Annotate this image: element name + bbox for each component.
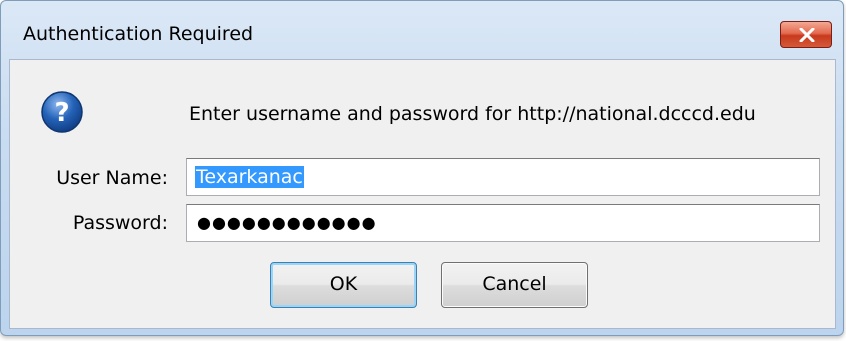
cancel-button[interactable]: Cancel bbox=[441, 262, 588, 308]
ok-button[interactable]: OK bbox=[270, 262, 417, 308]
password-label: Password: bbox=[72, 212, 168, 234]
dialog-title: Authentication Required bbox=[23, 23, 254, 45]
title-bar[interactable]: Authentication Required bbox=[1, 1, 843, 53]
close-icon bbox=[799, 28, 815, 42]
auth-message: Enter username and password for http://n… bbox=[189, 103, 756, 125]
username-label: User Name: bbox=[56, 167, 168, 189]
dialog-body: ? Enter username and password for http:/… bbox=[9, 59, 836, 329]
authentication-dialog: Authentication Required ? Enter username… bbox=[0, 0, 844, 336]
password-input[interactable]: ●●●●●●●●●●●● bbox=[186, 204, 820, 242]
close-button[interactable] bbox=[780, 21, 832, 48]
username-value: Texarkanac bbox=[195, 166, 304, 188]
svg-text:?: ? bbox=[54, 98, 69, 128]
password-value: ●●●●●●●●●●●● bbox=[197, 213, 377, 232]
username-input[interactable]: Texarkanac bbox=[186, 158, 820, 196]
question-icon: ? bbox=[41, 91, 83, 133]
